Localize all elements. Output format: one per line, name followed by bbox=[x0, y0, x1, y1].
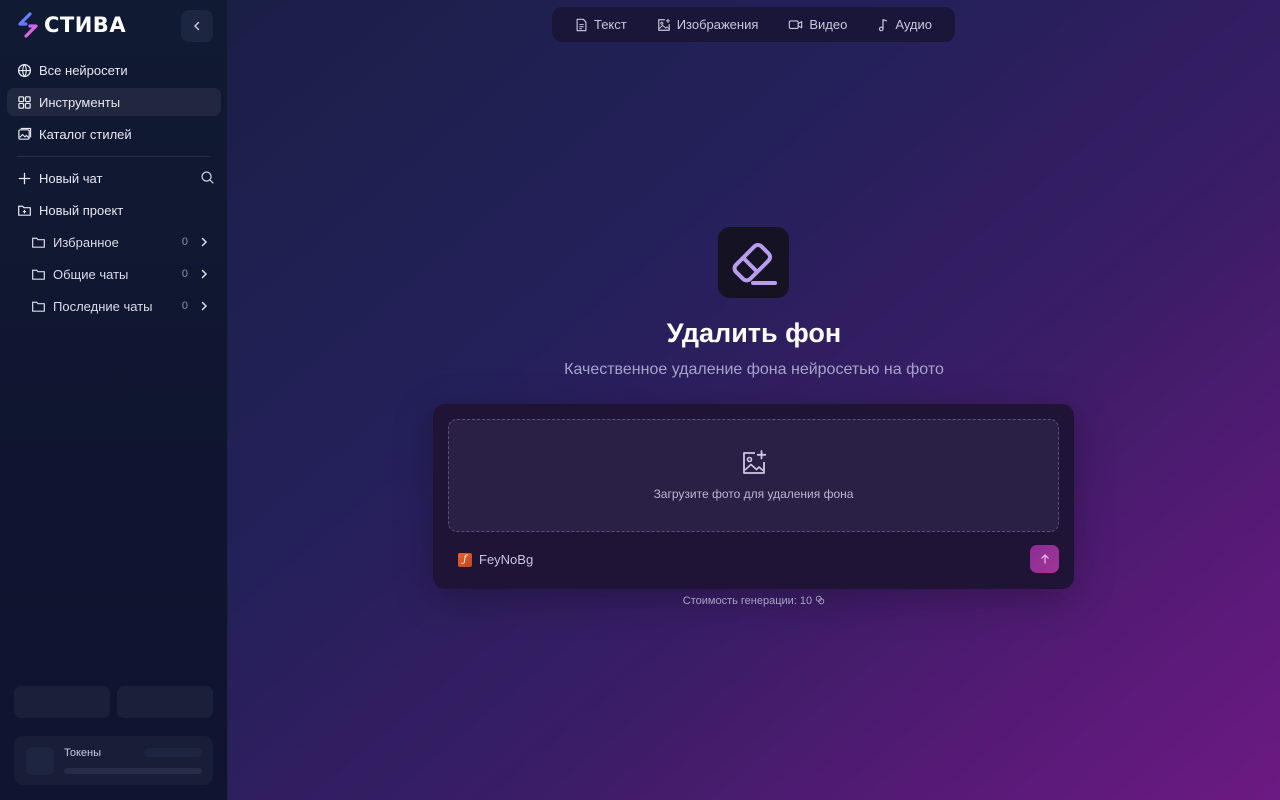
folder-label: Избранное bbox=[53, 234, 119, 250]
tab-video[interactable]: Видео bbox=[780, 11, 855, 38]
nav-item-label: Каталог стилей bbox=[39, 126, 132, 142]
video-icon bbox=[789, 20, 803, 30]
nav-item-style-catalog[interactable]: Каталог стилей bbox=[7, 120, 221, 148]
plus-icon bbox=[18, 172, 31, 184]
globe-icon bbox=[17, 63, 32, 77]
nav-item-label: Инструменты bbox=[39, 94, 121, 110]
sidebar-divider bbox=[17, 156, 210, 157]
model-selector[interactable]: ƒ FeyNoBg bbox=[458, 552, 533, 567]
folder-recent-chats[interactable]: Последние чаты 0 bbox=[21, 292, 221, 320]
generation-cost-text: Стоимость генерации: 10 bbox=[682, 595, 813, 607]
main-area: Текст Изображения Видео Аудио Удалить фо… bbox=[228, 0, 1280, 800]
loading-placeholder-button[interactable] bbox=[117, 686, 213, 718]
generation-cost: Стоимость генерации: 10 bbox=[228, 595, 1280, 607]
nav-item-tools[interactable]: Инструменты bbox=[7, 88, 221, 116]
submit-button[interactable] bbox=[1030, 545, 1059, 573]
upload-text: Загрузите фото для удаления фона bbox=[653, 487, 854, 501]
page-subtitle: Качественное удаление фона нейросетью на… bbox=[564, 361, 944, 378]
logo-icon bbox=[18, 12, 38, 38]
coin-icon bbox=[816, 595, 825, 605]
tool-icon-tile bbox=[718, 227, 789, 298]
eraser-icon bbox=[732, 242, 777, 285]
tab-label: Изображения bbox=[676, 17, 759, 32]
music-note-icon bbox=[879, 18, 888, 31]
tab-label: Видео bbox=[809, 17, 848, 32]
tab-label: Текст bbox=[593, 17, 627, 32]
category-tabs: Текст Изображения Видео Аудио bbox=[552, 7, 955, 42]
tokens-value-placeholder bbox=[144, 748, 202, 757]
sidebar: СТИВА Все нейросети Инструменты Каталог … bbox=[0, 0, 228, 800]
chevron-right-icon bbox=[201, 237, 208, 247]
folder-count: 0 bbox=[181, 300, 188, 312]
chevron-right-icon bbox=[201, 301, 208, 311]
folder-shared-chats[interactable]: Общие чаты 0 bbox=[21, 260, 221, 288]
tokens-progress-bar bbox=[64, 768, 202, 774]
upload-dropzone[interactable]: Загрузите фото для удаления фона bbox=[448, 419, 1059, 532]
folder-label: Общие чаты bbox=[53, 266, 129, 282]
folder-label: Последние чаты bbox=[53, 298, 153, 314]
folder-icon bbox=[32, 269, 45, 280]
logo-text: СТИВА bbox=[44, 13, 127, 37]
logo[interactable]: СТИВА bbox=[16, 12, 126, 38]
folder-icon bbox=[32, 237, 45, 248]
gallery-icon bbox=[18, 127, 32, 140]
upload-card: Загрузите фото для удаления фона ƒ FeyNo… bbox=[433, 404, 1074, 589]
tab-audio[interactable]: Аудио bbox=[869, 11, 940, 38]
search-icon bbox=[201, 171, 214, 184]
folder-icon bbox=[32, 301, 45, 312]
tokens-label: Токены bbox=[64, 747, 102, 759]
folder-favorites[interactable]: Избранное 0 bbox=[21, 228, 221, 256]
new-project-button[interactable]: Новый проект bbox=[7, 196, 221, 224]
image-plus-icon bbox=[743, 450, 767, 474]
image-plus-icon bbox=[657, 18, 670, 31]
chevron-right-icon bbox=[201, 269, 208, 279]
collapse-sidebar-button[interactable] bbox=[181, 10, 213, 42]
model-name: FeyNoBg bbox=[479, 552, 534, 567]
avatar bbox=[26, 747, 54, 775]
chevron-left-icon bbox=[193, 21, 200, 31]
tokens-card[interactable]: Токены bbox=[14, 736, 213, 785]
new-chat-button[interactable]: Новый чат bbox=[7, 164, 221, 192]
nav-item-label: Все нейросети bbox=[39, 62, 128, 78]
new-project-label: Новый проект bbox=[39, 202, 124, 218]
new-chat-label: Новый чат bbox=[39, 170, 103, 186]
tab-label: Аудио bbox=[895, 17, 932, 32]
folder-count: 0 bbox=[181, 268, 188, 280]
page-title: Удалить фон bbox=[666, 318, 842, 348]
folder-count: 0 bbox=[181, 236, 188, 248]
model-logo-icon: ƒ bbox=[458, 552, 472, 567]
tab-text[interactable]: Текст bbox=[567, 11, 635, 38]
document-icon bbox=[576, 18, 587, 31]
nav-item-all-networks[interactable]: Все нейросети bbox=[7, 56, 221, 84]
search-chats-button[interactable] bbox=[200, 170, 215, 188]
tab-images[interactable]: Изображения bbox=[649, 11, 767, 38]
folder-plus-icon bbox=[18, 205, 31, 216]
arrow-up-icon bbox=[1040, 554, 1049, 564]
grid-icon bbox=[18, 95, 31, 109]
loading-placeholder-button[interactable] bbox=[14, 686, 110, 718]
main-nav: Все нейросети Инструменты Каталог стилей bbox=[7, 56, 221, 152]
